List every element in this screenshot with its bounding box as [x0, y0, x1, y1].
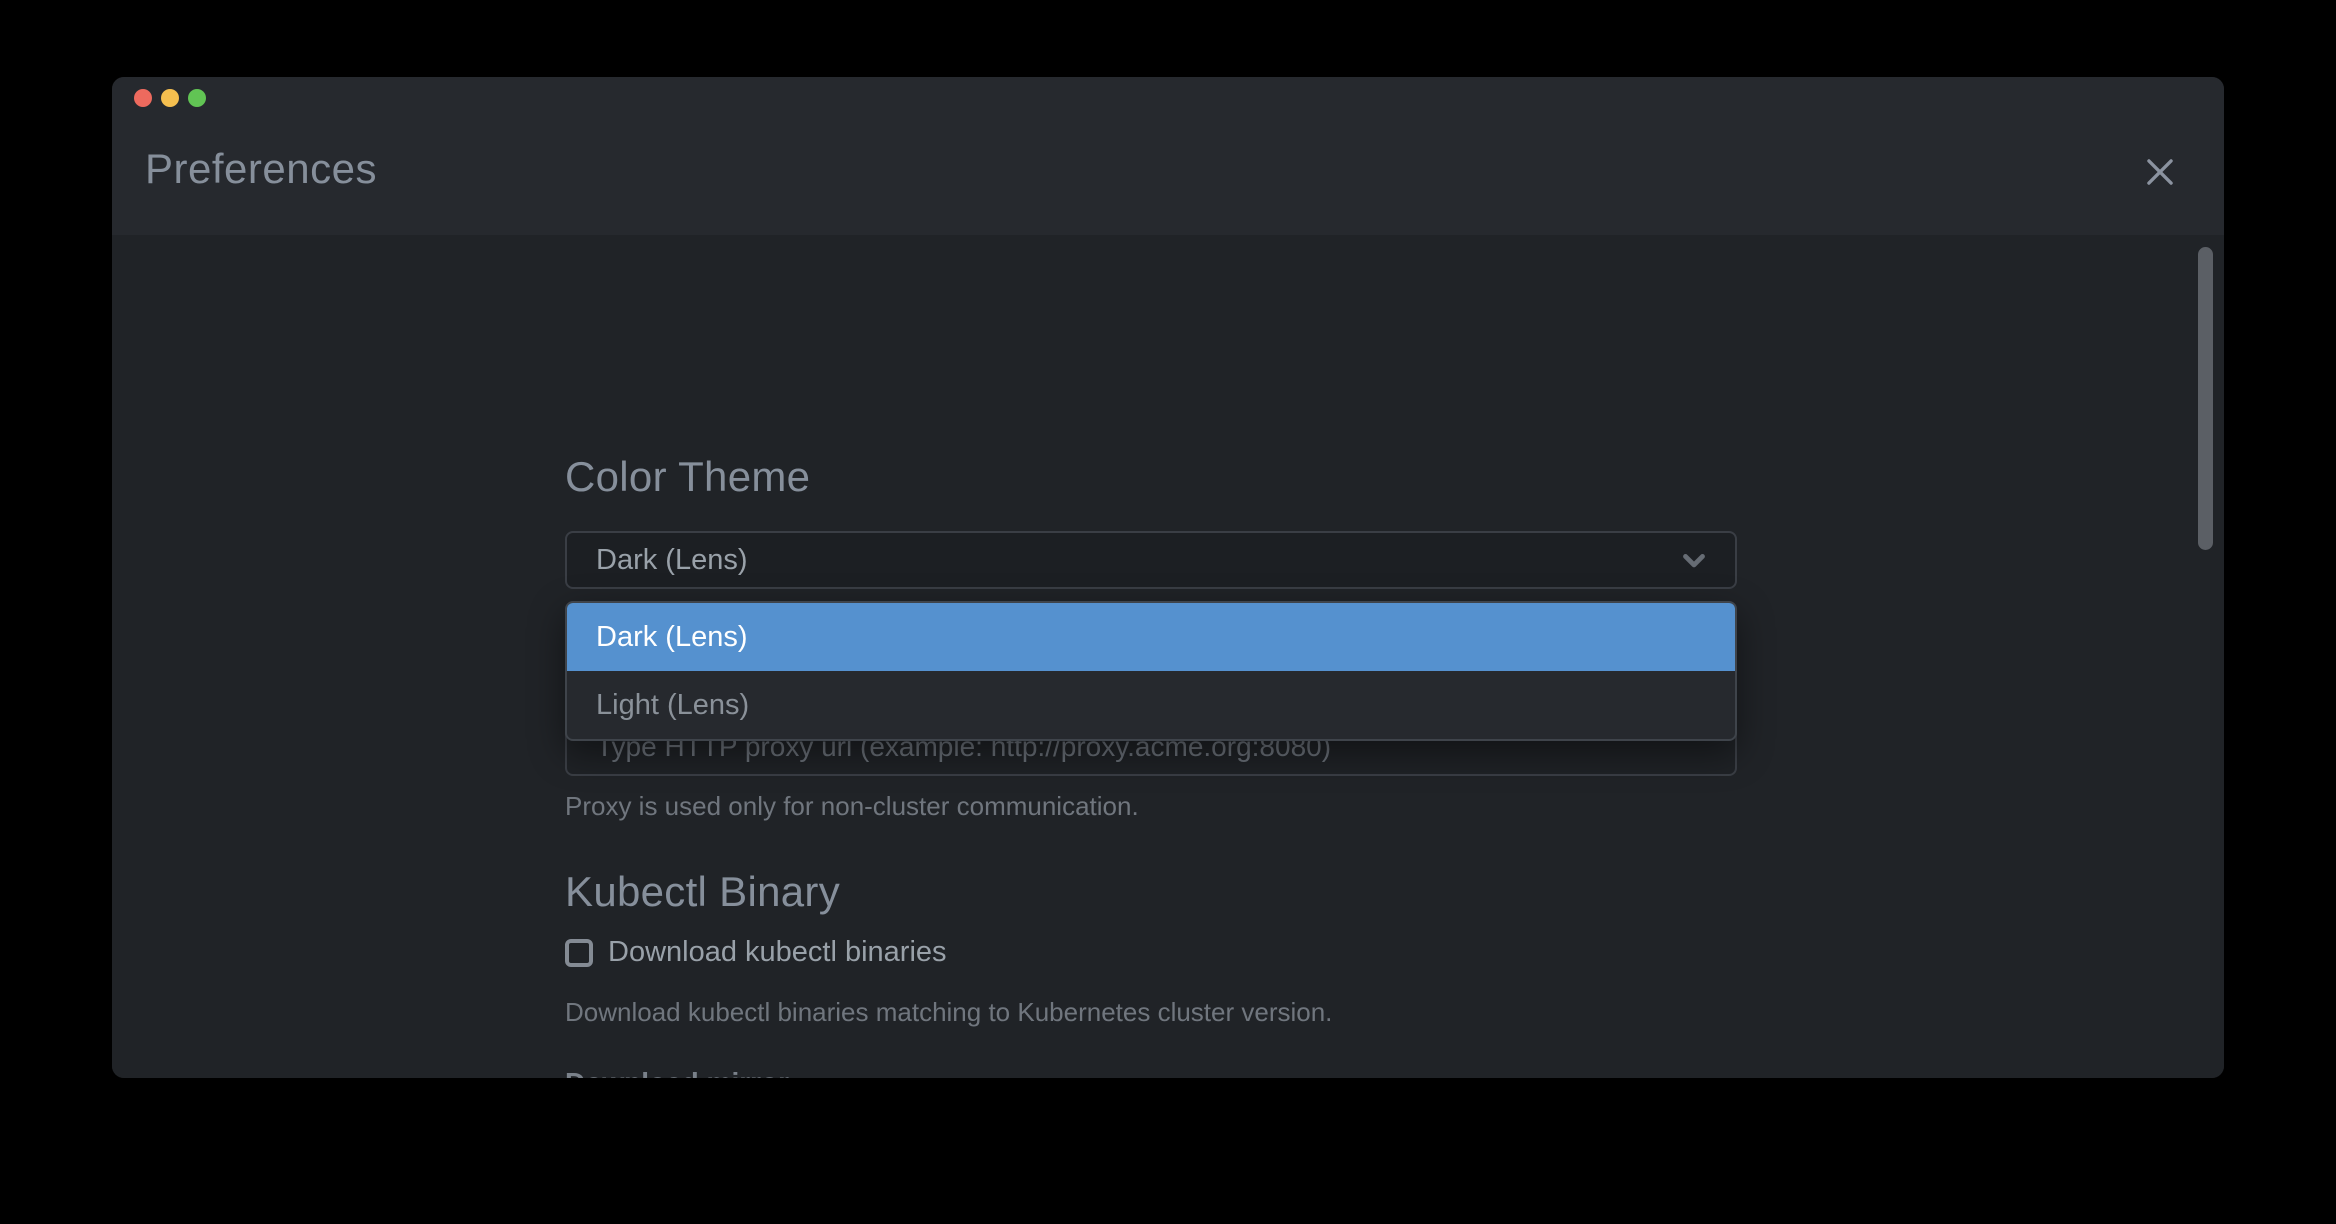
close-traffic-light-icon[interactable] — [134, 89, 152, 107]
kubectl-description-text: Download kubectl binaries matching to Ku… — [565, 997, 1332, 1028]
vertical-scrollbar-thumb[interactable] — [2198, 247, 2213, 550]
download-mirror-label: Download mirror — [565, 1067, 789, 1078]
close-button[interactable] — [2138, 150, 2182, 194]
titlebar: Preferences — [112, 77, 2224, 235]
color-theme-select-value: Dark (Lens) — [596, 544, 1677, 577]
dropdown-option-light-lens[interactable]: Light (Lens) — [567, 671, 1735, 739]
preferences-content: Color Theme Dark (Lens) Dark (Lens) Ligh… — [112, 235, 2224, 1078]
kubectl-binary-heading: Kubectl Binary — [565, 868, 840, 916]
download-kubectl-checkbox[interactable] — [565, 939, 593, 967]
preferences-window: Preferences Color Theme Dark (Lens) Dar — [112, 77, 2224, 1078]
color-theme-select[interactable]: Dark (Lens) — [565, 531, 1737, 589]
download-kubectl-checkbox-label: Download kubectl binaries — [608, 936, 947, 969]
close-icon — [2141, 153, 2179, 191]
chevron-down-icon — [1677, 543, 1711, 577]
download-kubectl-checkbox-row[interactable]: Download kubectl binaries — [565, 936, 947, 969]
zoom-traffic-light-icon[interactable] — [188, 89, 206, 107]
minimize-traffic-light-icon[interactable] — [161, 89, 179, 107]
proxy-hint-text: Proxy is used only for non-cluster commu… — [565, 791, 1139, 822]
color-theme-heading: Color Theme — [565, 453, 810, 501]
dropdown-option-dark-lens[interactable]: Dark (Lens) — [567, 603, 1735, 671]
color-theme-dropdown: Dark (Lens) Light (Lens) — [565, 601, 1737, 741]
page-title: Preferences — [145, 145, 377, 193]
traffic-lights — [134, 89, 206, 107]
